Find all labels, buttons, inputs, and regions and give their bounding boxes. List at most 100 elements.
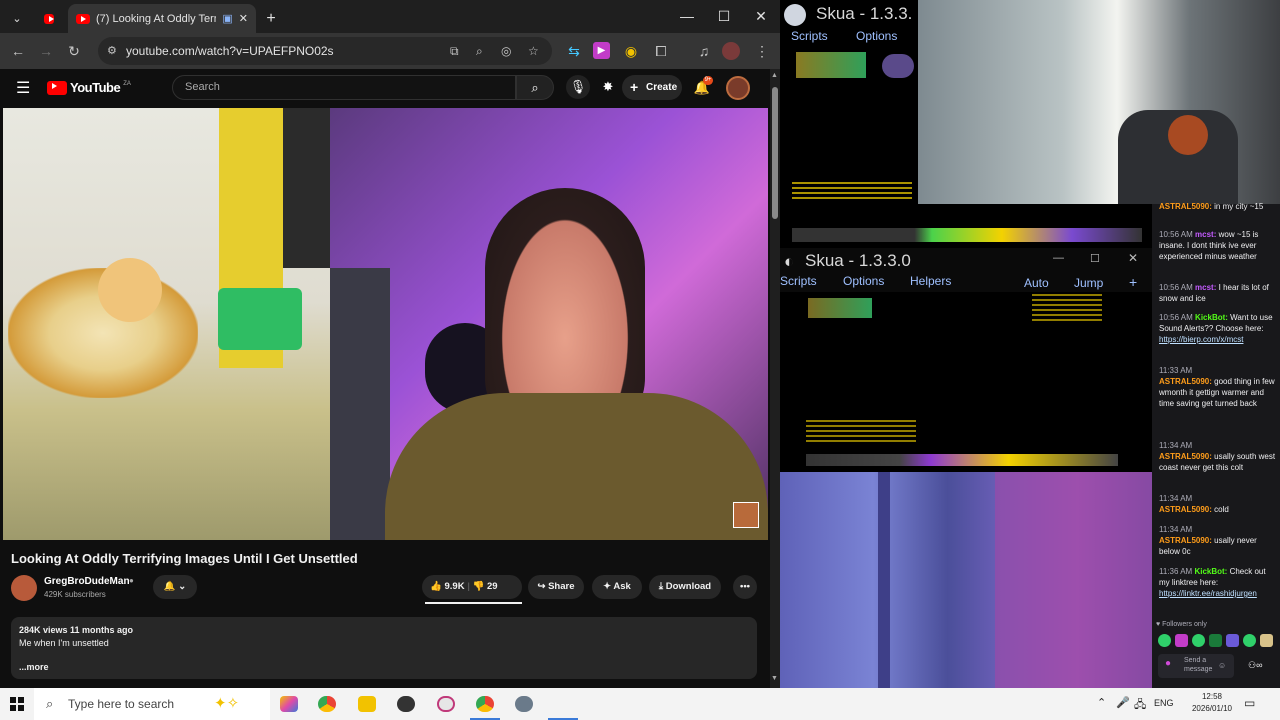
skua-menu-helpers[interactable]: Helpers [910,274,951,288]
tab-search-button[interactable]: ⌄ [4,4,30,33]
forward-arrow-icon[interactable]: → [36,41,56,61]
skua-menu-options[interactable]: Options [843,274,884,288]
file-explorer-icon[interactable] [358,696,376,712]
clock[interactable]: 12:58 2026/01/10 [1182,691,1242,715]
search-button[interactable]: ⌕ [516,75,554,100]
new-tab-button[interactable]: + [260,4,282,33]
skua-add-icon[interactable]: + [1129,274,1137,290]
search-input[interactable]: Search [172,75,516,100]
skua-menu-jump[interactable]: Jump [1074,276,1103,290]
youtube-logo-icon [47,80,67,95]
eye-off-icon[interactable]: ◎ [501,37,511,65]
chat-username[interactable]: ASTRAL5090: [1159,377,1212,386]
app-sketch-icon[interactable] [437,696,455,712]
page-scrollbar[interactable]: ▲ ▼ [770,69,780,688]
close-tab-icon[interactable]: ✕ [239,12,248,25]
bookmark-star-icon[interactable]: ☆ [528,37,539,65]
dislike-button[interactable]: 👎 29 [473,581,498,592]
notification-center-icon[interactable]: ▭ [1244,696,1255,710]
address-bar[interactable]: ⚙ youtube.com/watch?v=UPAEFPNO02s ⧉ ⌕ ◎ … [98,37,552,65]
emote-icon[interactable] [1175,634,1188,647]
ask-sparkle-icon[interactable]: ✸ [596,75,620,99]
voice-search-icon[interactable]: 🎙 [566,75,590,99]
install-app-icon[interactable]: ⧉ [450,37,459,65]
chat-username[interactable]: ASTRAL5090: [1159,452,1212,461]
chat-username[interactable]: ASTRAL5090: [1159,202,1212,211]
skua-minimize-button[interactable]: — [1053,252,1064,264]
video-player[interactable] [3,108,768,540]
create-button[interactable]: + Create [622,75,682,100]
site-info-icon[interactable]: ⚙ [107,37,117,65]
skua-menu-auto[interactable]: Auto [1024,276,1049,290]
skua-top-menu-options[interactable]: Options [856,29,897,43]
youtube-logo[interactable]: YouTube ZA [47,80,131,95]
taskbar-search-box[interactable]: ⌕ Type here to search ✦✧ [34,688,270,720]
scroll-up-icon[interactable]: ▲ [771,72,778,79]
chat-username[interactable]: KickBot: [1195,313,1228,322]
language-indicator[interactable]: ENG [1154,698,1174,708]
more-actions-button[interactable]: ••• [733,575,757,599]
emoji-icon[interactable]: ☺ [1218,661,1226,670]
minimize-button[interactable]: — [676,6,698,26]
account-avatar[interactable] [726,76,750,100]
chat-link[interactable]: https://linktr.ee/rashidjurgen [1159,589,1257,598]
scrollbar-thumb[interactable] [772,87,778,219]
kebab-menu-icon[interactable]: ⋮ [752,41,772,61]
network-icon[interactable]: 🖧 [1134,696,1146,715]
emote-icon[interactable] [1260,634,1273,647]
chat-message-input[interactable]: ● Send a message ☺ [1158,654,1234,678]
tray-chevron-up-icon[interactable]: ⌃ [1097,696,1106,709]
close-window-button[interactable]: ✕ [750,6,772,26]
share-button[interactable]: ↪ Share [528,575,584,599]
chat-settings-icon[interactable]: ⚇∞ [1248,660,1262,671]
skua-maximize-button[interactable]: ☐ [1090,252,1100,265]
profile-avatar[interactable] [722,42,740,60]
chat-username[interactable]: ASTRAL5090: [1159,536,1212,545]
app-dark-icon[interactable] [397,696,415,712]
skua-close-button[interactable]: ✕ [1128,251,1138,265]
skua-top-menu-scripts[interactable]: Scripts [791,29,828,43]
subscription-bell-button[interactable]: 🔔 ⌄ [153,575,197,599]
extension-arrow-icon[interactable]: ⇆ [564,41,584,61]
extension-pink-icon[interactable]: ▶ [593,42,610,59]
channel-name[interactable]: GregBroDudeMan [44,576,130,587]
back-arrow-icon[interactable]: ← [8,41,28,61]
reload-icon[interactable]: ↻ [64,41,84,61]
stream-chat: ASTRAL5090: in my city ~15 10:56 AM mcst… [1152,202,1280,688]
show-more-link[interactable]: ...more [19,662,749,672]
ask-button[interactable]: ✦ Ask [592,575,642,599]
zoom-icon[interactable]: ⌕ [476,37,483,65]
microphone-icon[interactable]: 🎤 [1116,696,1130,709]
emote-icon[interactable] [1192,634,1205,647]
chat-username[interactable]: mcst: [1195,230,1216,239]
description-box[interactable]: 284K views 11 months ago Me when I'm uns… [11,617,757,679]
extensions-puzzle-icon[interactable]: ⧠ [651,41,671,61]
scroll-down-icon[interactable]: ▼ [771,675,778,682]
skua-menu-scripts[interactable]: Scripts [780,274,817,288]
emote-icon[interactable] [1226,634,1239,647]
tab-youtube-active[interactable]: (7) Looking At Oddly Terrify ▣ ✕ [68,4,256,33]
channel-avatar[interactable] [11,575,37,601]
copilot-icon[interactable] [280,696,298,712]
plus-icon: + [630,79,639,95]
video-right-pane [330,108,768,540]
hamburger-menu-icon[interactable]: ☰ [16,78,30,98]
chat-username[interactable]: mcst: [1195,283,1216,292]
maximize-button[interactable]: ☐ [713,6,735,26]
chrome-active-icon[interactable] [476,696,494,712]
game-log [792,182,912,202]
extension-yellow-icon[interactable]: ◉ [621,41,641,61]
chat-link[interactable]: https://bierp.com/x/mcst [1159,335,1243,344]
skua-app-icon[interactable] [515,696,533,712]
chat-username[interactable]: KickBot: [1194,567,1227,576]
emote-icon[interactable] [1209,634,1222,647]
tab-pinned-youtube[interactable] [36,4,62,33]
emote-icon[interactable] [1243,634,1256,647]
chat-username[interactable]: ASTRAL5090: [1159,505,1212,514]
download-button[interactable]: ⤓ Download [649,575,721,599]
emote-icon[interactable] [1158,634,1171,647]
like-button[interactable]: 👍 9.9K [430,581,465,592]
start-button[interactable] [10,697,24,711]
chrome-icon[interactable] [318,696,336,712]
media-control-icon[interactable]: ♫ [694,41,714,61]
